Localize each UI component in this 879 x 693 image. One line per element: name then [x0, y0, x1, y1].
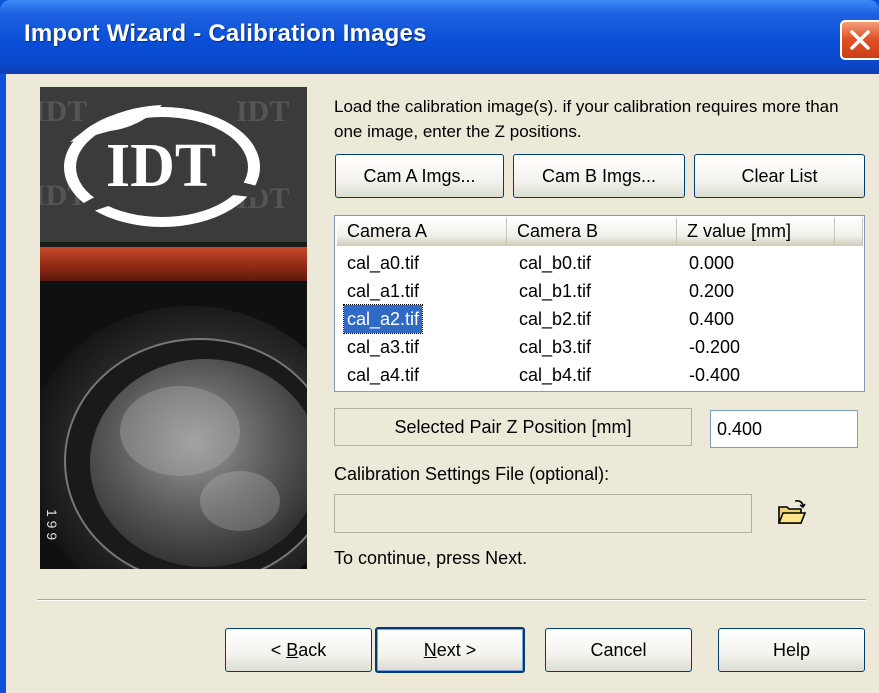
- z-value-cell: -0.200: [689, 337, 741, 357]
- camera-b-cell: cal_b2.tif: [519, 309, 592, 329]
- instructions-text: Load the calibration image(s). if your c…: [334, 97, 839, 141]
- close-button[interactable]: [840, 20, 879, 60]
- title-bar[interactable]: Import Wizard - Calibration Images: [0, 0, 879, 74]
- column-header-filler: [835, 218, 863, 246]
- logo-text: IDT: [106, 132, 217, 200]
- z-value-cell: 0.400: [689, 309, 735, 329]
- back-prefix: <: [270, 639, 287, 660]
- column-header-camera-a[interactable]: Camera A: [337, 218, 507, 246]
- camera-a-cell: cal_a2.tif: [342, 304, 424, 334]
- red-stripe: [40, 247, 307, 281]
- column-header-camera-b[interactable]: Camera B: [507, 218, 677, 246]
- camera-b-cell: cal_b0.tif: [519, 253, 592, 273]
- camera-b-cell: cal_b1.tif: [519, 281, 592, 301]
- back-access-key: B: [286, 639, 299, 660]
- z-value-cell: -0.400: [689, 365, 741, 385]
- continue-hint: To continue, press Next.: [334, 548, 528, 568]
- next-label: ext >: [436, 639, 477, 660]
- z-value-cell: 0.200: [689, 281, 735, 301]
- calibration-image-list[interactable]: Camera A Camera B Z value [mm] cal_a0.ti…: [334, 215, 865, 392]
- camera-a-cell: cal_a4.tif: [347, 365, 420, 385]
- selected-pair-z-label: Selected Pair Z Position [mm]: [334, 408, 692, 446]
- column-header-z-value[interactable]: Z value [mm]: [677, 218, 835, 246]
- browse-settings-button[interactable]: [773, 495, 810, 532]
- help-button[interactable]: Help: [718, 628, 865, 672]
- camera-a-cell: cal_a1.tif: [347, 281, 420, 301]
- separator: [37, 599, 866, 601]
- open-folder-icon: [773, 500, 810, 536]
- wizard-window: Import Wizard - Calibration Images IDT I…: [0, 0, 879, 693]
- z-value-cell: 0.000: [689, 253, 735, 273]
- settings-file-field[interactable]: [334, 494, 752, 533]
- camera-a-cell: cal_a0.tif: [347, 253, 420, 273]
- camera-b-cell: cal_b4.tif: [519, 365, 592, 385]
- z-position-input[interactable]: [710, 410, 858, 448]
- next-access-key: N: [423, 639, 437, 660]
- wizard-body: IDT IDT IDT IDT IDT IDT: [6, 74, 879, 693]
- lens-marking-text: 1 9 9: [44, 509, 60, 541]
- lens-photo: 1 9 9: [40, 281, 307, 569]
- back-label: ack: [298, 639, 327, 660]
- camera-lens-icon: [40, 281, 307, 569]
- clear-list-button[interactable]: Clear List: [694, 154, 865, 198]
- cam-b-images-button[interactable]: Cam B Imgs...: [513, 154, 685, 198]
- cancel-button[interactable]: Cancel: [545, 628, 692, 672]
- camera-b-cell: cal_b3.tif: [519, 337, 592, 357]
- camera-a-cell: cal_a3.tif: [347, 337, 420, 357]
- settings-file-label: Calibration Settings File (optional):: [334, 464, 610, 484]
- back-button[interactable]: < Back: [225, 628, 372, 672]
- next-button[interactable]: Next >: [375, 627, 525, 673]
- sidebar-image: IDT IDT IDT IDT IDT IDT: [40, 87, 307, 569]
- idt-logo-panel: IDT IDT IDT IDT IDT IDT: [40, 87, 307, 242]
- cam-a-images-button[interactable]: Cam A Imgs...: [335, 154, 504, 198]
- window-title: Import Wizard - Calibration Images: [24, 20, 427, 47]
